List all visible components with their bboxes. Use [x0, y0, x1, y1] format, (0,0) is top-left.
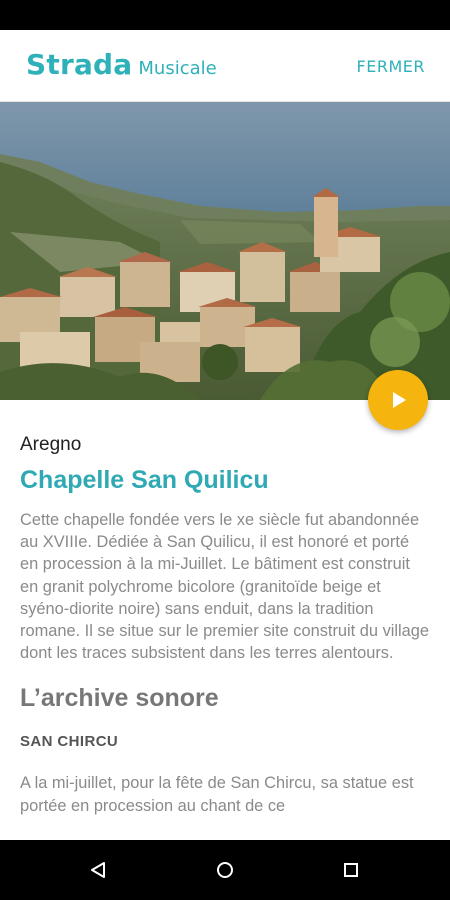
- app-bar: Strada Musicale FERMER: [0, 30, 450, 102]
- brand-subtitle: Musicale: [138, 58, 217, 79]
- recents-button[interactable]: [338, 857, 364, 883]
- place-title: Chapelle San Quilicu: [20, 466, 269, 494]
- track-description: A la mi-juillet, pour la fête de San Chi…: [20, 774, 414, 815]
- back-button[interactable]: [85, 857, 111, 883]
- play-button[interactable]: [368, 370, 428, 430]
- recents-square-icon: [344, 863, 358, 877]
- system-navigation-bar: [0, 840, 450, 900]
- home-circle-icon: [217, 862, 233, 878]
- close-button[interactable]: FERMER: [357, 57, 425, 76]
- home-button[interactable]: [212, 857, 238, 883]
- village-name: Aregno: [20, 434, 82, 455]
- coastal-village-photo: [0, 102, 450, 400]
- status-bar: [0, 0, 450, 30]
- place-description: Cette chapelle fondée vers le xe siècle …: [20, 511, 430, 663]
- brand-name: Strada: [26, 48, 133, 81]
- app-logo: Strada Musicale: [26, 48, 217, 81]
- play-icon: [393, 392, 406, 408]
- place-details: Aregno Chapelle San Quilicu Cette chapel…: [0, 400, 450, 840]
- hero-image: [0, 102, 450, 400]
- back-triangle-icon: [91, 862, 105, 878]
- track-title: SAN CHIRCU: [20, 733, 119, 751]
- archive-heading: L’archive sonore: [20, 684, 219, 713]
